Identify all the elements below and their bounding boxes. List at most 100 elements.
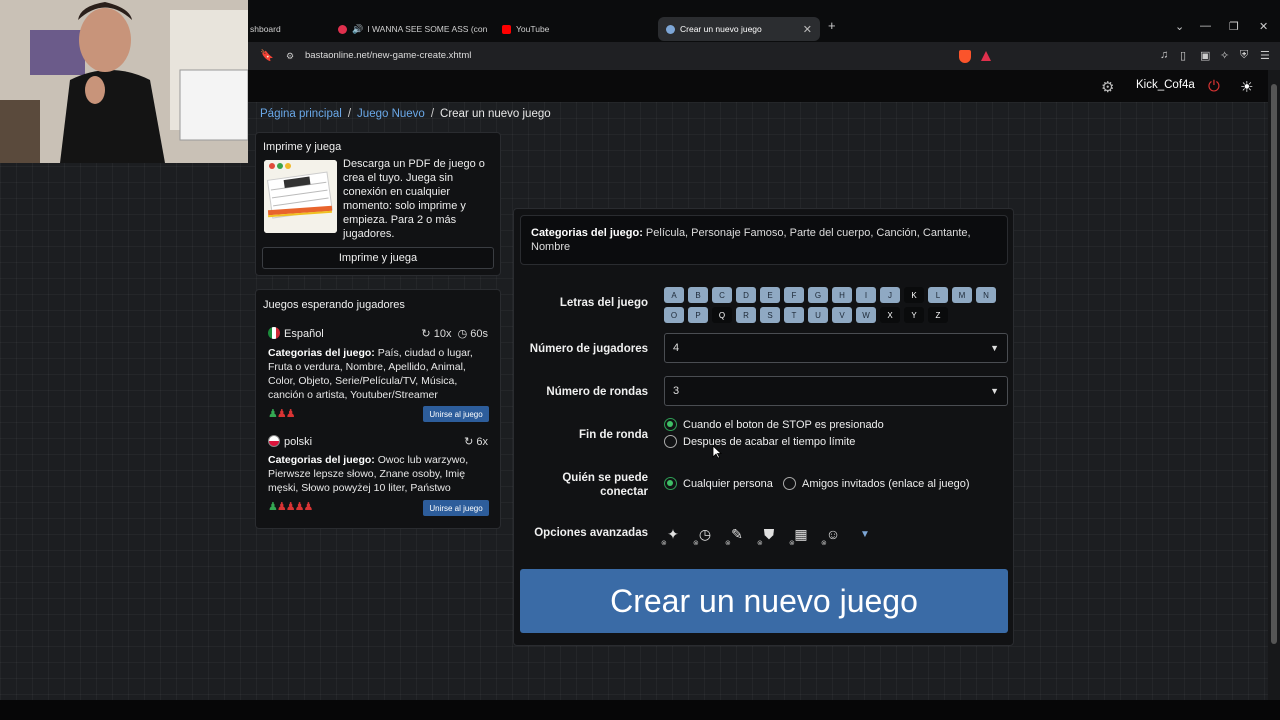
player-joined-icon: ♟ [268,501,278,513]
username[interactable]: Kick_Cof4a [1136,79,1195,91]
who-option-anyone[interactable]: Cualquier persona [664,477,773,490]
letter-toggle-d[interactable]: D [736,287,756,303]
tab-label: YouTube [516,24,550,34]
site-info-icon[interactable]: ⚙ [286,51,294,62]
game-language: polski [284,436,313,448]
join-game-button[interactable]: Unirse al juego [423,406,489,422]
letter-toggle-f[interactable]: F [784,287,804,303]
settings-gear-icon[interactable]: ⚙ [1101,78,1114,96]
round-end-option-stop[interactable]: Cuando el boton de STOP es presionado [664,418,884,431]
game-categories-label: Categorias del juego: [268,347,375,359]
letter-toggle-p[interactable]: P [688,307,708,323]
rounds-icon: ↻ [464,436,474,448]
wallet-icon[interactable]: ▣ [1200,49,1210,62]
print-play-button[interactable]: Imprime y juega [262,247,494,269]
scrollbar-thumb[interactable] [1271,84,1277,644]
letter-toggle-m[interactable]: M [952,287,972,303]
vpn-icon[interactable]: ⛨ [1240,49,1248,62]
breadcrumb-separator: / [347,108,352,120]
leo-ai-icon[interactable]: ✧ [1220,49,1229,62]
letter-toggle-w[interactable]: W [856,307,876,323]
maximize-icon[interactable]: ❐ [1229,20,1239,33]
media-icon[interactable]: ♫ [1160,49,1168,61]
clock-icon[interactable]: ◷ ⊗ [693,525,714,548]
breadcrumb-juego-nuevo[interactable]: Juego Nuevo [357,108,425,120]
url-field[interactable]: bastaonline.net/new-game-create.xhtml [305,50,471,61]
create-game-button[interactable]: Crear un nuevo juego [520,569,1008,633]
letter-toggle-n[interactable]: N [976,287,996,303]
breadcrumb-current: Crear un nuevo juego [440,108,551,120]
record-icon [338,24,347,34]
player-joined-icon: ♟ [268,408,278,420]
game-categories: Categorias del juego: País, ciudad o lug… [268,346,488,402]
user-check-icon[interactable]: ☺ ⊗ [821,525,842,547]
power-logout-icon[interactable]: ⏻ [1208,78,1220,95]
letter-toggle-c[interactable]: C [712,287,732,303]
tab-crear-juego[interactable]: Crear un nuevo juego ✕ [658,17,820,41]
player-missing-icon: ♟ [303,501,314,513]
letter-toggle-h[interactable]: H [832,287,852,303]
brave-shields-icon[interactable] [959,50,971,63]
bookmark-icon[interactable]: 🔖 [260,49,274,62]
rounds-value: 3 [673,385,680,397]
breadcrumb-home[interactable]: Página principal [260,108,342,120]
sparkles-icon[interactable]: ✦ ⊗ [661,525,682,548]
letter-toggle-i[interactable]: I [856,287,876,303]
breadcrumb-separator: / [430,108,435,120]
rounds-label: Número de rondas [546,386,648,398]
radio-button[interactable] [664,477,677,490]
theme-sun-icon[interactable]: ☀ [1240,78,1253,96]
brave-rewards-icon[interactable] [981,51,991,61]
letter-toggle-k[interactable]: K [904,287,924,303]
letter-toggle-b[interactable]: B [688,287,708,303]
form-categories-box[interactable]: Categorias del juego: Película, Personaj… [520,215,1008,265]
tab-dashboard[interactable]: shboard [250,17,330,41]
page-scrollbar[interactable] [1268,70,1280,700]
letter-toggle-o[interactable]: O [664,307,684,323]
game-rounds: 6x [476,436,488,448]
players-select[interactable]: 4 ▼ [664,333,1008,363]
letter-toggle-r[interactable]: R [736,307,756,323]
tab-youtube[interactable]: YouTube [502,17,652,41]
round-end-option-time[interactable]: Despues de acabar el tiempo límite [664,435,855,448]
mouse-cursor-icon [712,445,722,459]
radio-button[interactable] [664,435,677,448]
letter-toggle-l[interactable]: L [928,287,948,303]
print-card-title: Imprime y juega [263,141,342,153]
players-label: Número de jugadores [529,343,648,355]
letter-toggle-a[interactable]: A [664,287,684,303]
tab-list-chevron-icon[interactable]: ⌄ [1175,20,1184,33]
radio-button[interactable] [664,418,677,431]
letter-toggle-z[interactable]: Z [928,307,948,323]
expand-chevron-icon[interactable]: ▼ [856,525,874,543]
close-tab-icon[interactable]: ✕ [803,23,812,36]
letter-toggle-q[interactable]: Q [712,307,732,323]
letter-toggle-j[interactable]: J [880,287,900,303]
shield-icon[interactable]: ⛊ ⊗ [757,525,778,548]
menu-icon[interactable]: ☰ [1260,49,1270,62]
minimize-icon[interactable]: — [1200,20,1211,32]
window-close-icon[interactable]: ✕ [1259,20,1268,33]
waiting-games-title: Juegos esperando jugadores [263,299,405,311]
letters-label: Letras del juego [559,297,648,309]
rounds-select[interactable]: 3 ▼ [664,376,1008,406]
radio-button[interactable] [783,477,796,490]
join-game-button[interactable]: Unirse al juego [423,500,489,516]
new-tab-button[interactable]: + [828,18,836,33]
letter-toggle-t[interactable]: T [784,307,804,323]
edit-list-icon[interactable]: ✎ ⊗ [725,525,746,548]
letter-toggle-y[interactable]: Y [904,307,924,323]
letter-toggle-s[interactable]: S [760,307,780,323]
calendar-icon[interactable]: ▦ ⊗ [789,525,810,548]
form-categories-label: Categorias del juego: [531,227,643,239]
letter-toggle-x[interactable]: X [880,307,900,323]
who-option-friends[interactable]: Amigos invitados (enlace al juego) [783,477,970,490]
game-categories-label: Categorias del juego: [268,454,375,466]
letter-toggle-u[interactable]: U [808,307,828,323]
letter-toggle-e[interactable]: E [760,287,780,303]
sidebar-icon[interactable]: ▯ [1180,49,1186,62]
tab-music[interactable]: 🔊 I WANNA SEE SOME ASS (con Jet [338,17,488,41]
letter-toggle-g[interactable]: G [808,287,828,303]
radio-label: Cualquier persona [683,477,773,490]
letter-toggle-v[interactable]: V [832,307,852,323]
